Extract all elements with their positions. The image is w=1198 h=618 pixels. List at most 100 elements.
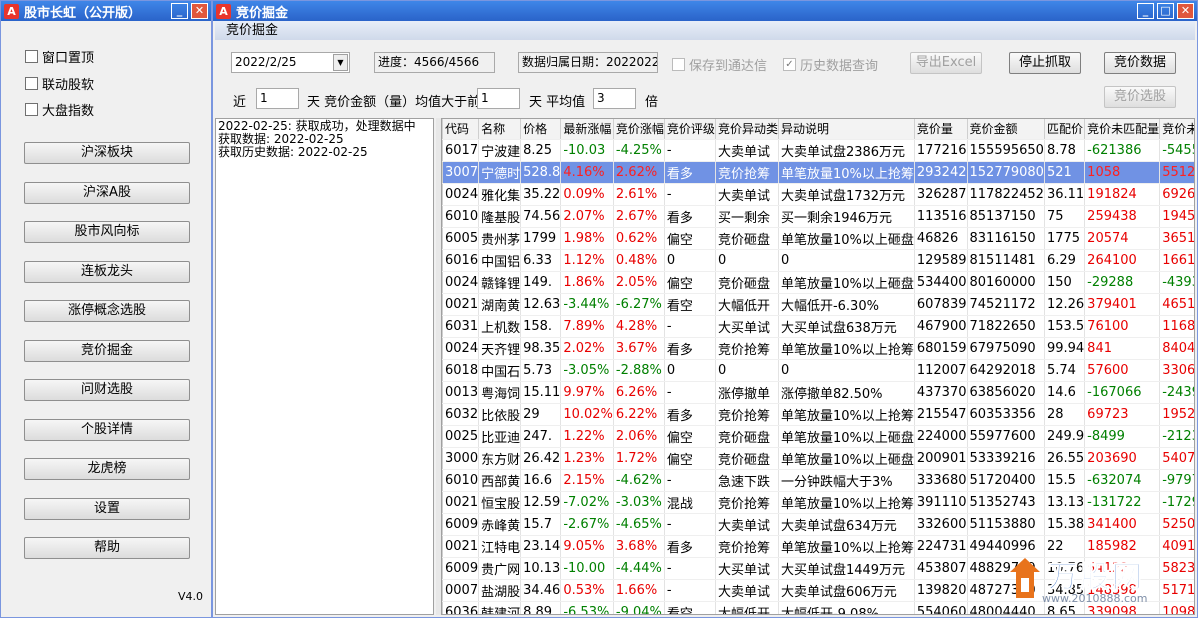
checkbox-window-top[interactable]: 窗口置顶 — [25, 47, 94, 66]
checkbox-link-software[interactable]: 联动股软 — [25, 74, 94, 93]
checkbox-market-index[interactable]: 大盘指数 — [25, 100, 94, 119]
table-row[interactable]: 6031 上机数 158. 7.89% 4.28% - 大买单试 大买单试盘638万元 4679… — [442, 315, 1194, 338]
column-header[interactable]: 异动说明 — [778, 119, 915, 140]
table-cell: 26.42 — [520, 447, 562, 470]
check-icon[interactable]: ✓ — [783, 58, 796, 71]
table-cell: 23.14 — [520, 535, 562, 558]
table-cell: 6009 — [442, 557, 480, 580]
table-cell: -2439163.6 — [1159, 381, 1194, 404]
checkbox-box[interactable] — [25, 77, 38, 90]
table-row[interactable]: 3000 东方财 26.42 1.23% 1.72% 偏空 竞价砸盘 单笔放量10%以上砸盘 2… — [442, 447, 1194, 470]
table-cell: 竞价砸盘 — [715, 227, 779, 250]
table-cell: 247. — [520, 425, 562, 448]
checkbox-box[interactable] — [25, 50, 38, 63]
days-input-1[interactable]: 1 — [256, 88, 299, 109]
filter-mid2-label: 天 平均值 — [529, 95, 586, 110]
log-panel: 2022-02-25: 获取成功，处理数据中 获取数据: 2022-02-25 … — [215, 118, 434, 615]
table-row[interactable]: 0024 天齐锂 98.35 2.02% 3.67% 看多 竞价抢筹 单笔放量10%以上抢筹 6… — [442, 337, 1194, 360]
minimize-icon[interactable]: _ — [171, 3, 188, 19]
table-row[interactable]: 0025 比亚迪 247. 1.22% 2.06% 偏空 竞价砸盘 单笔放量10%以上砸盘 22… — [442, 425, 1194, 448]
column-header[interactable]: 竞价未匹配量 — [1084, 119, 1161, 140]
checkbox-history-query[interactable]: ✓ 历史数据查询 — [783, 55, 878, 74]
table-row[interactable]: 0024 雅化集 35.22 0.09% 2.61% - 大卖单试 大卖单试盘1732万元 32… — [442, 183, 1194, 206]
table-row[interactable]: 6005 贵州茅 1799 1.98% 0.62% 偏空 竞价砸盘 单笔放量10%以上砸盘 46… — [442, 227, 1194, 250]
column-header[interactable]: 竞价涨幅 — [613, 119, 665, 140]
close-icon[interactable]: ✕ — [191, 3, 208, 19]
column-header[interactable]: 代码 — [442, 119, 480, 140]
column-header[interactable]: 名称 — [478, 119, 522, 140]
nav-button-concept-picks[interactable]: 涨停概念选股 — [24, 300, 190, 322]
table-row[interactable]: 6010 西部黄 16.6 2.15% -4.62% - 急速下跌 一分钟跌幅大于3% 3336… — [442, 469, 1194, 492]
checkbox-box[interactable] — [25, 103, 38, 116]
table-row[interactable]: 6009 贵广网 10.13 -10.00 -4.44% - 大买单试 大买单试盘1449万元… — [442, 557, 1194, 580]
table-row[interactable]: 6009 赤峰黄 15.7 -2.67% -4.65% - 大卖单试 大卖单试盘634万元 33… — [442, 513, 1194, 536]
main-titlebar: A 竞价掘金 _ □ ✕ — [213, 1, 1197, 21]
table-cell: 急速下跌 — [715, 469, 779, 492]
chevron-down-icon[interactable]: ▼ — [333, 54, 348, 71]
table-cell: 赣锋锂 — [478, 271, 522, 294]
table-cell: -621386 — [1084, 139, 1161, 162]
date-picker[interactable]: 2022/2/25 ▼ — [231, 52, 350, 73]
nav-button-market-vane[interactable]: 股市风向标 — [24, 221, 190, 243]
table-row[interactable]: 0007 盐湖股 34.46 0.53% 1.66% - 大卖单试 大卖单试盘606万元 139… — [442, 579, 1194, 602]
nav-button-help[interactable]: 帮助 — [24, 537, 190, 559]
version-label: V4.0 — [178, 590, 204, 603]
table-cell: -2.67% — [560, 513, 614, 536]
column-header[interactable]: 匹配价 — [1044, 119, 1086, 140]
nav-button-hs-a-shares[interactable]: 沪深A股 — [24, 182, 190, 204]
multiplier-input[interactable]: 3 — [593, 88, 636, 109]
column-header[interactable]: 竞价评级 — [664, 119, 716, 140]
tab-auction-mining[interactable]: 竞价掘金 — [215, 21, 1195, 40]
table-cell: 一分钟跌幅大于3% — [778, 469, 915, 492]
close-icon[interactable]: ✕ — [1177, 3, 1194, 19]
table-cell: 200901 — [914, 447, 968, 470]
table-row[interactable]: 6010 隆基股 74.56 2.07% 2.67% 看多 买一剩余 买一剩余1946万元 11… — [442, 205, 1194, 228]
column-header[interactable]: 最新涨幅 — [560, 119, 614, 140]
maximize-icon[interactable]: □ — [1157, 3, 1174, 19]
checkbox-box[interactable] — [672, 58, 685, 71]
table-cell: 1.86% — [560, 271, 614, 294]
table-row[interactable]: 0024 赣锋锂 149. 1.86% 2.05% 偏空 竞价砸盘 单笔放量10%以上砸盘 53… — [442, 271, 1194, 294]
column-header[interactable]: 价格 — [520, 119, 562, 140]
table-cell: 比依股 — [478, 403, 522, 426]
table-row[interactable]: 0021 恒宝股 12.59 -7.02% -3.03% 混战 竞价抢筹 单笔放量10%以上抢… — [442, 491, 1194, 514]
nav-button-stock-detail[interactable]: 个股详情 — [24, 419, 190, 441]
auction-select-button[interactable]: 竞价选股 — [1104, 86, 1176, 108]
nav-button-hs-sector[interactable]: 沪深板块 — [24, 142, 190, 164]
nav-button-auction-mining[interactable]: 竞价掘金 — [24, 340, 190, 362]
table-cell: 75 — [1044, 205, 1086, 228]
checkbox-save-tdx[interactable]: 保存到通达信 — [672, 55, 767, 74]
table-cell: 841 — [1084, 337, 1161, 360]
table-cell: 6.29 — [1044, 249, 1086, 272]
table-row[interactable]: 0021 江特电 23.14 9.05% 3.68% 看多 竞价抢筹 单笔放量10%以上抢筹 2… — [442, 535, 1194, 558]
table-cell: 293242 — [914, 161, 968, 184]
table-cell: 1.22% — [560, 425, 614, 448]
column-header[interactable]: 竞价异动类 — [715, 119, 779, 140]
table-row[interactable]: 0013 粤海饲 15.11 9.97% 6.26% - 涨停撤单 涨停撤单82.50% 437… — [442, 381, 1194, 404]
nav-button-settings[interactable]: 设置 — [24, 498, 190, 520]
days-input-2[interactable]: 1 — [477, 88, 520, 109]
column-header[interactable]: 竞价金额 — [967, 119, 1045, 140]
column-header[interactable]: 竞价量 — [914, 119, 968, 140]
table-row[interactable]: 3007 宁德时 528.8 4.16% 2.62% 看多 竞价抢筹 单笔放量10%以上抢筹 2… — [442, 161, 1194, 184]
table-cell: 521 — [1044, 161, 1086, 184]
stop-fetch-button[interactable]: 停止抓取 — [1009, 52, 1081, 74]
table-row[interactable]: 6032 比依股 29 10.02% 6.22% 看多 竞价抢筹 单笔放量10%以上抢筹 215… — [442, 403, 1194, 426]
app-logo-icon: A — [4, 3, 19, 19]
table-row[interactable]: 6018 中国石 5.73 -3.05% -2.88% 0 0 0 112007 64292018… — [442, 359, 1194, 382]
table-cell: 2.07% — [560, 205, 614, 228]
nav-button-dragon-tiger[interactable]: 龙虎榜 — [24, 458, 190, 480]
nav-button-wencai-picks[interactable]: 问财选股 — [24, 379, 190, 401]
table-cell: 看多 — [664, 205, 716, 228]
export-excel-button[interactable]: 导出Excel — [910, 52, 982, 74]
minimize-icon[interactable]: _ — [1137, 3, 1154, 19]
table-row[interactable]: 6016 中国铝 6.33 1.12% 0.48% 0 0 0 129589 81511481 6.… — [442, 249, 1194, 272]
table-row[interactable]: 6017 宁波建 8.25 -10.03 -4.25% - 大卖单试 大卖单试盘2386万元 1… — [442, 139, 1194, 162]
auction-data-button[interactable]: 竞价数据 — [1104, 52, 1176, 74]
column-header[interactable]: 竞价未匹配金额 — [1159, 119, 1194, 140]
table-row[interactable]: 6036 韩建河 8.89 -6.53% -9.04% 看空 大幅低开 大幅低开-9.08% 5… — [442, 601, 1194, 614]
nav-button-limit-up-leaders[interactable]: 连板龙头 — [24, 261, 190, 283]
table-row[interactable]: 0021 湖南黄 12.63 -3.44% -6.27% 看空 大幅低开 大幅低开-6.30%… — [442, 293, 1194, 316]
table-cell: 6032 — [442, 403, 480, 426]
table-cell: 11681350 — [1159, 315, 1194, 338]
